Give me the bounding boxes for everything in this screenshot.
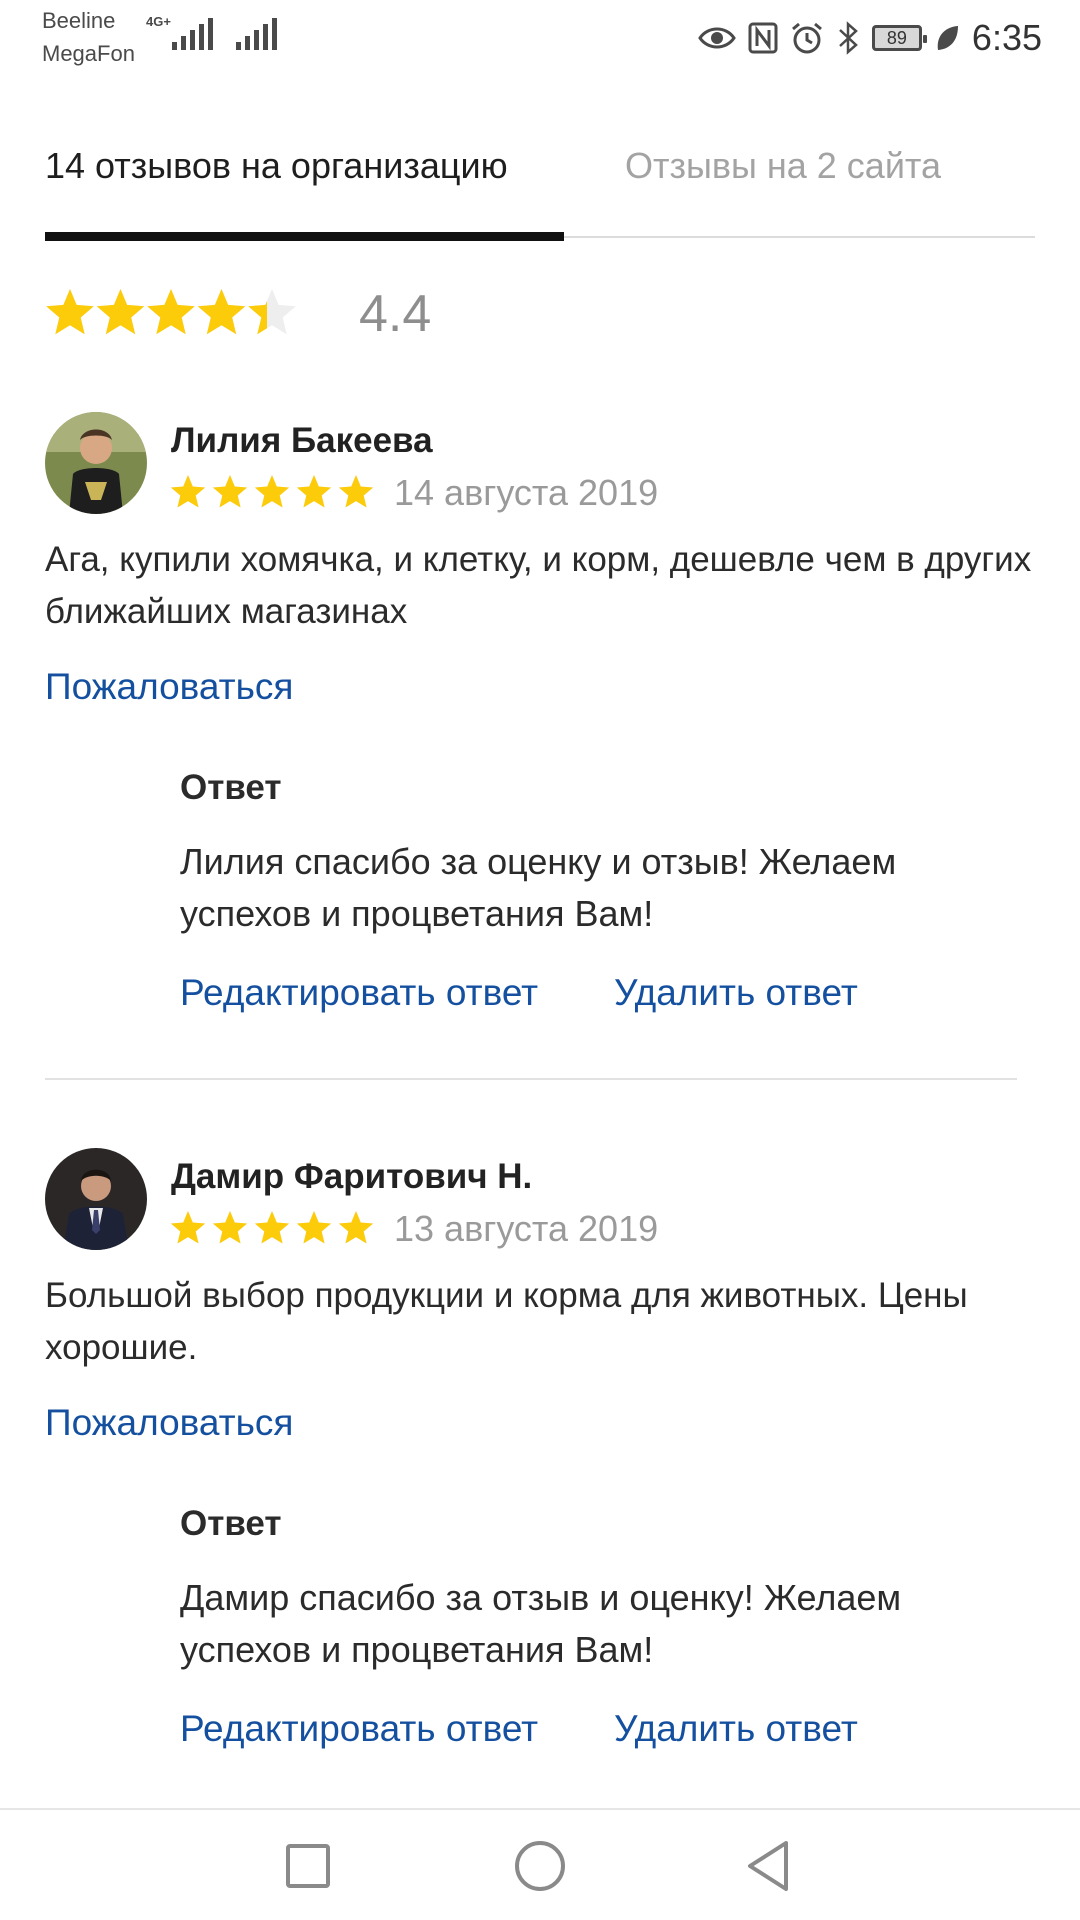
square-nav-icon[interactable] xyxy=(278,1836,338,1896)
star-icon xyxy=(46,289,94,335)
eye-icon xyxy=(698,27,736,49)
complain-link[interactable]: Пожаловаться xyxy=(45,1402,293,1444)
battery-icon: 89 xyxy=(871,25,927,51)
bluetooth-icon xyxy=(839,21,858,55)
tab-org-reviews[interactable]: 14 отзывов на организацию xyxy=(45,144,508,188)
avatar[interactable] xyxy=(45,1148,147,1250)
review-divider xyxy=(45,1078,1017,1080)
edit-reply-link[interactable]: Редактировать ответ xyxy=(180,1708,538,1750)
carrier-label-2: MegaFon xyxy=(42,41,135,66)
reply-text: Лилия спасибо за оценку и отзыв! Желаем … xyxy=(180,841,897,934)
star-icon xyxy=(338,475,374,508)
star-icon xyxy=(197,289,246,335)
review-date: 14 августа 2019 xyxy=(394,472,659,513)
signal-icon xyxy=(172,18,213,50)
tab-active-indicator xyxy=(45,232,564,241)
review-stars xyxy=(170,475,374,508)
star-icon xyxy=(170,475,206,508)
review-text: Ага, купили хомячка, и клетку, и корм, д… xyxy=(45,540,1032,631)
overall-rating: 4.4 xyxy=(45,282,431,346)
avatar[interactable] xyxy=(45,412,147,514)
network-type: 4G+ xyxy=(146,14,171,29)
clock: 6:35 xyxy=(971,17,1042,58)
review-author[interactable]: Дамир Фаритович Н. xyxy=(171,1157,532,1197)
reply-text: Дамир спасибо за отзыв и оценку! Желаем … xyxy=(180,1577,902,1670)
alarm-icon xyxy=(791,22,822,54)
complain-link[interactable]: Пожаловаться xyxy=(45,666,293,708)
star-icon xyxy=(147,289,195,335)
star-icon xyxy=(338,1211,374,1244)
back-triangle-icon[interactable] xyxy=(738,1836,798,1896)
star-icon xyxy=(254,475,290,508)
tab-site-reviews[interactable]: Отзывы на 2 сайта xyxy=(625,144,941,188)
rating-stars xyxy=(46,289,296,335)
star-icon xyxy=(296,475,332,508)
status-icons: 89 6:35 xyxy=(698,16,1042,60)
nfc-icon xyxy=(748,22,778,54)
star-icon xyxy=(96,289,145,335)
star-icon xyxy=(212,1211,248,1244)
star-icon xyxy=(212,475,248,508)
reply-title: Ответ xyxy=(180,1504,282,1543)
review-date: 13 августа 2019 xyxy=(394,1208,659,1249)
navbar-divider xyxy=(0,1808,1080,1810)
star-icon xyxy=(296,1211,332,1244)
star-icon xyxy=(254,1211,290,1244)
circle-nav-icon[interactable] xyxy=(510,1836,570,1896)
reply-title: Ответ xyxy=(180,768,282,807)
review-rating: 14 августа 2019 xyxy=(170,468,658,518)
carrier-label-1: Beeline xyxy=(42,8,116,33)
review-rating: 13 августа 2019 xyxy=(170,1204,658,1254)
delete-reply-link[interactable]: Удалить ответ xyxy=(614,1708,858,1750)
review-author[interactable]: Лилия Бакеева xyxy=(171,421,433,461)
leaf-icon xyxy=(937,26,958,50)
review-stars xyxy=(170,1211,374,1244)
delete-reply-link[interactable]: Удалить ответ xyxy=(614,972,858,1014)
rating-value: 4.4 xyxy=(359,285,432,343)
edit-reply-link[interactable]: Редактировать ответ xyxy=(180,972,538,1014)
signal-icon-2 xyxy=(236,18,277,50)
star-icon xyxy=(170,1211,206,1244)
review-text: Большой выбор продукции и корма для живо… xyxy=(45,1276,968,1367)
